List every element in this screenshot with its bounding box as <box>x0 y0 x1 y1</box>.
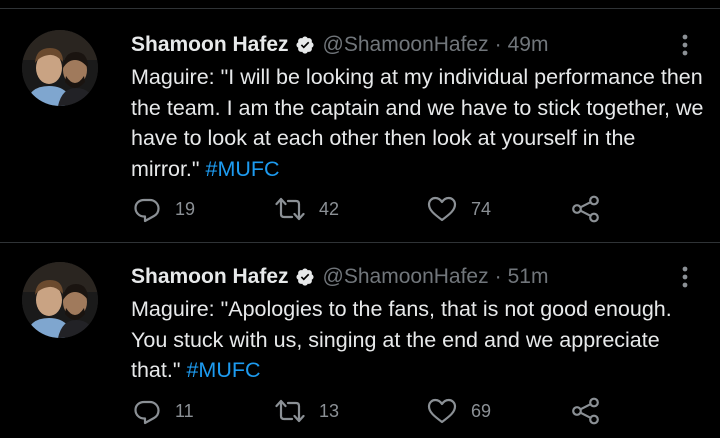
author-handle[interactable]: @ShamoonHafez <box>323 33 489 57</box>
tweet[interactable]: Shamoon Hafez @ShamoonHafez · 51m Maguir… <box>0 262 720 438</box>
tweet-actions: 11 13 69 <box>131 396 611 426</box>
author-handle[interactable]: @ShamoonHafez <box>323 265 489 289</box>
tweet-text: Maguire: "I will be looking at my indivi… <box>131 62 706 184</box>
retweet-count: 13 <box>319 400 340 421</box>
retweet-button[interactable]: 42 <box>275 194 339 224</box>
like-count: 69 <box>471 400 492 421</box>
reply-icon <box>134 198 160 223</box>
share-icon <box>572 195 599 223</box>
retweet-icon <box>275 197 305 221</box>
top-divider <box>0 8 720 9</box>
share-button[interactable] <box>571 194 601 224</box>
share-button[interactable] <box>571 396 601 426</box>
like-button[interactable]: 69 <box>427 396 491 426</box>
avatar[interactable] <box>22 262 98 338</box>
separator: · <box>494 33 502 56</box>
reply-count: 11 <box>175 400 194 421</box>
tweet[interactable]: Shamoon Hafez @ShamoonHafez · 49m Maguir… <box>0 30 720 230</box>
timestamp[interactable]: 51m <box>508 265 549 289</box>
heart-icon <box>427 196 457 222</box>
reply-icon <box>134 400 160 425</box>
reply-button[interactable]: 19 <box>133 194 195 224</box>
tweet-text: Maguire: "Apologies to the fans, that is… <box>131 294 706 386</box>
tweet-divider <box>0 242 720 243</box>
author-name[interactable]: Shamoon Hafez <box>131 33 289 57</box>
more-vertical-icon[interactable] <box>676 264 694 292</box>
retweet-button[interactable]: 13 <box>275 396 339 426</box>
timestamp[interactable]: 49m <box>508 33 549 57</box>
retweet-count: 42 <box>319 198 340 219</box>
avatar[interactable] <box>22 30 98 106</box>
like-button[interactable]: 74 <box>427 194 491 224</box>
verified-badge-icon <box>295 268 314 286</box>
more-vertical-icon[interactable] <box>676 32 694 60</box>
like-count: 74 <box>471 198 492 219</box>
author-name[interactable]: Shamoon Hafez <box>131 265 289 289</box>
hashtag-link[interactable]: #MUFC <box>206 157 280 181</box>
verified-badge-icon <box>295 36 314 54</box>
share-icon <box>572 397 599 425</box>
hashtag-link[interactable]: #MUFC <box>186 358 260 382</box>
reply-button[interactable]: 11 <box>133 396 194 426</box>
reply-count: 19 <box>175 198 196 219</box>
tweet-actions: 19 42 74 <box>131 194 611 224</box>
retweet-icon <box>275 399 305 423</box>
heart-icon <box>427 398 457 424</box>
separator: · <box>494 265 502 288</box>
